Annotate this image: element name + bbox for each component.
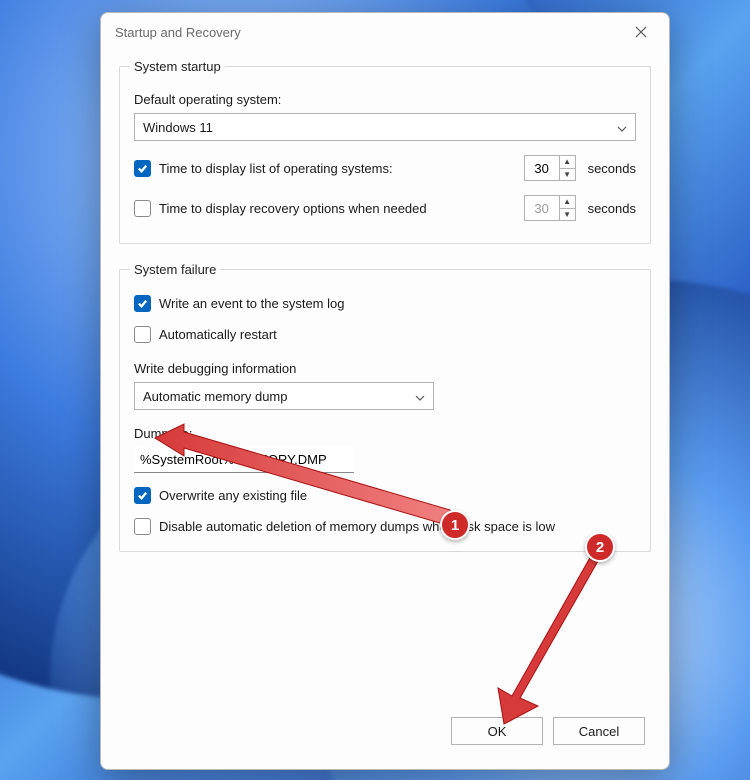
auto-restart-checkbox[interactable] xyxy=(134,326,151,343)
check-icon xyxy=(137,163,148,174)
system-startup-legend: System startup xyxy=(130,59,225,74)
close-icon xyxy=(635,26,647,38)
time-recovery-spinner[interactable]: ▲▼ xyxy=(524,195,576,221)
check-icon xyxy=(137,490,148,501)
disable-delete-checkbox[interactable] xyxy=(134,518,151,535)
time-os-list-checkbox[interactable] xyxy=(134,160,151,177)
seconds-suffix: seconds xyxy=(588,161,636,176)
spinner-down-icon[interactable]: ▼ xyxy=(560,169,575,181)
chevron-down-icon xyxy=(415,389,425,404)
time-os-list-spinner[interactable]: ▲▼ xyxy=(524,155,576,181)
default-os-label: Default operating system: xyxy=(134,92,636,107)
overwrite-checkbox[interactable] xyxy=(134,487,151,504)
system-failure-legend: System failure xyxy=(130,262,220,277)
dump-type-value: Automatic memory dump xyxy=(143,389,288,404)
dump-file-input[interactable] xyxy=(134,447,354,473)
close-button[interactable] xyxy=(627,18,655,46)
time-recovery-label: Time to display recovery options when ne… xyxy=(159,201,516,216)
dialog-title: Startup and Recovery xyxy=(115,25,241,40)
dump-file-label: Dump file: xyxy=(134,426,636,441)
write-debug-label: Write debugging information xyxy=(134,361,636,376)
annotation-badge-1: 1 xyxy=(440,510,470,540)
time-os-list-label: Time to display list of operating system… xyxy=(159,161,516,176)
seconds-suffix: seconds xyxy=(588,201,636,216)
startup-recovery-dialog: Startup and Recovery System startup Defa… xyxy=(100,12,670,770)
cancel-button[interactable]: Cancel xyxy=(553,717,645,745)
auto-restart-label: Automatically restart xyxy=(159,327,277,342)
dump-type-select[interactable]: Automatic memory dump xyxy=(134,382,434,410)
check-icon xyxy=(137,298,148,309)
dialog-footer: OK Cancel xyxy=(101,711,669,769)
dialog-content: System startup Default operating system:… xyxy=(101,51,669,711)
system-startup-group: System startup Default operating system:… xyxy=(119,59,651,244)
annotation-badge-2: 2 xyxy=(585,532,615,562)
disable-delete-label: Disable automatic deletion of memory dum… xyxy=(159,519,636,534)
default-os-value: Windows 11 xyxy=(143,120,213,135)
system-failure-group: System failure Write an event to the sys… xyxy=(119,262,651,552)
time-os-list-value[interactable] xyxy=(525,156,559,180)
chevron-down-icon xyxy=(617,120,627,135)
write-event-checkbox[interactable] xyxy=(134,295,151,312)
titlebar: Startup and Recovery xyxy=(101,13,669,51)
spinner-up-icon[interactable]: ▲ xyxy=(560,196,575,209)
ok-button[interactable]: OK xyxy=(451,717,543,745)
time-recovery-value[interactable] xyxy=(525,196,559,220)
default-os-select[interactable]: Windows 11 xyxy=(134,113,636,141)
spinner-up-icon[interactable]: ▲ xyxy=(560,156,575,169)
overwrite-label: Overwrite any existing file xyxy=(159,488,307,503)
spinner-down-icon[interactable]: ▼ xyxy=(560,209,575,221)
time-recovery-checkbox[interactable] xyxy=(134,200,151,217)
write-event-label: Write an event to the system log xyxy=(159,296,344,311)
